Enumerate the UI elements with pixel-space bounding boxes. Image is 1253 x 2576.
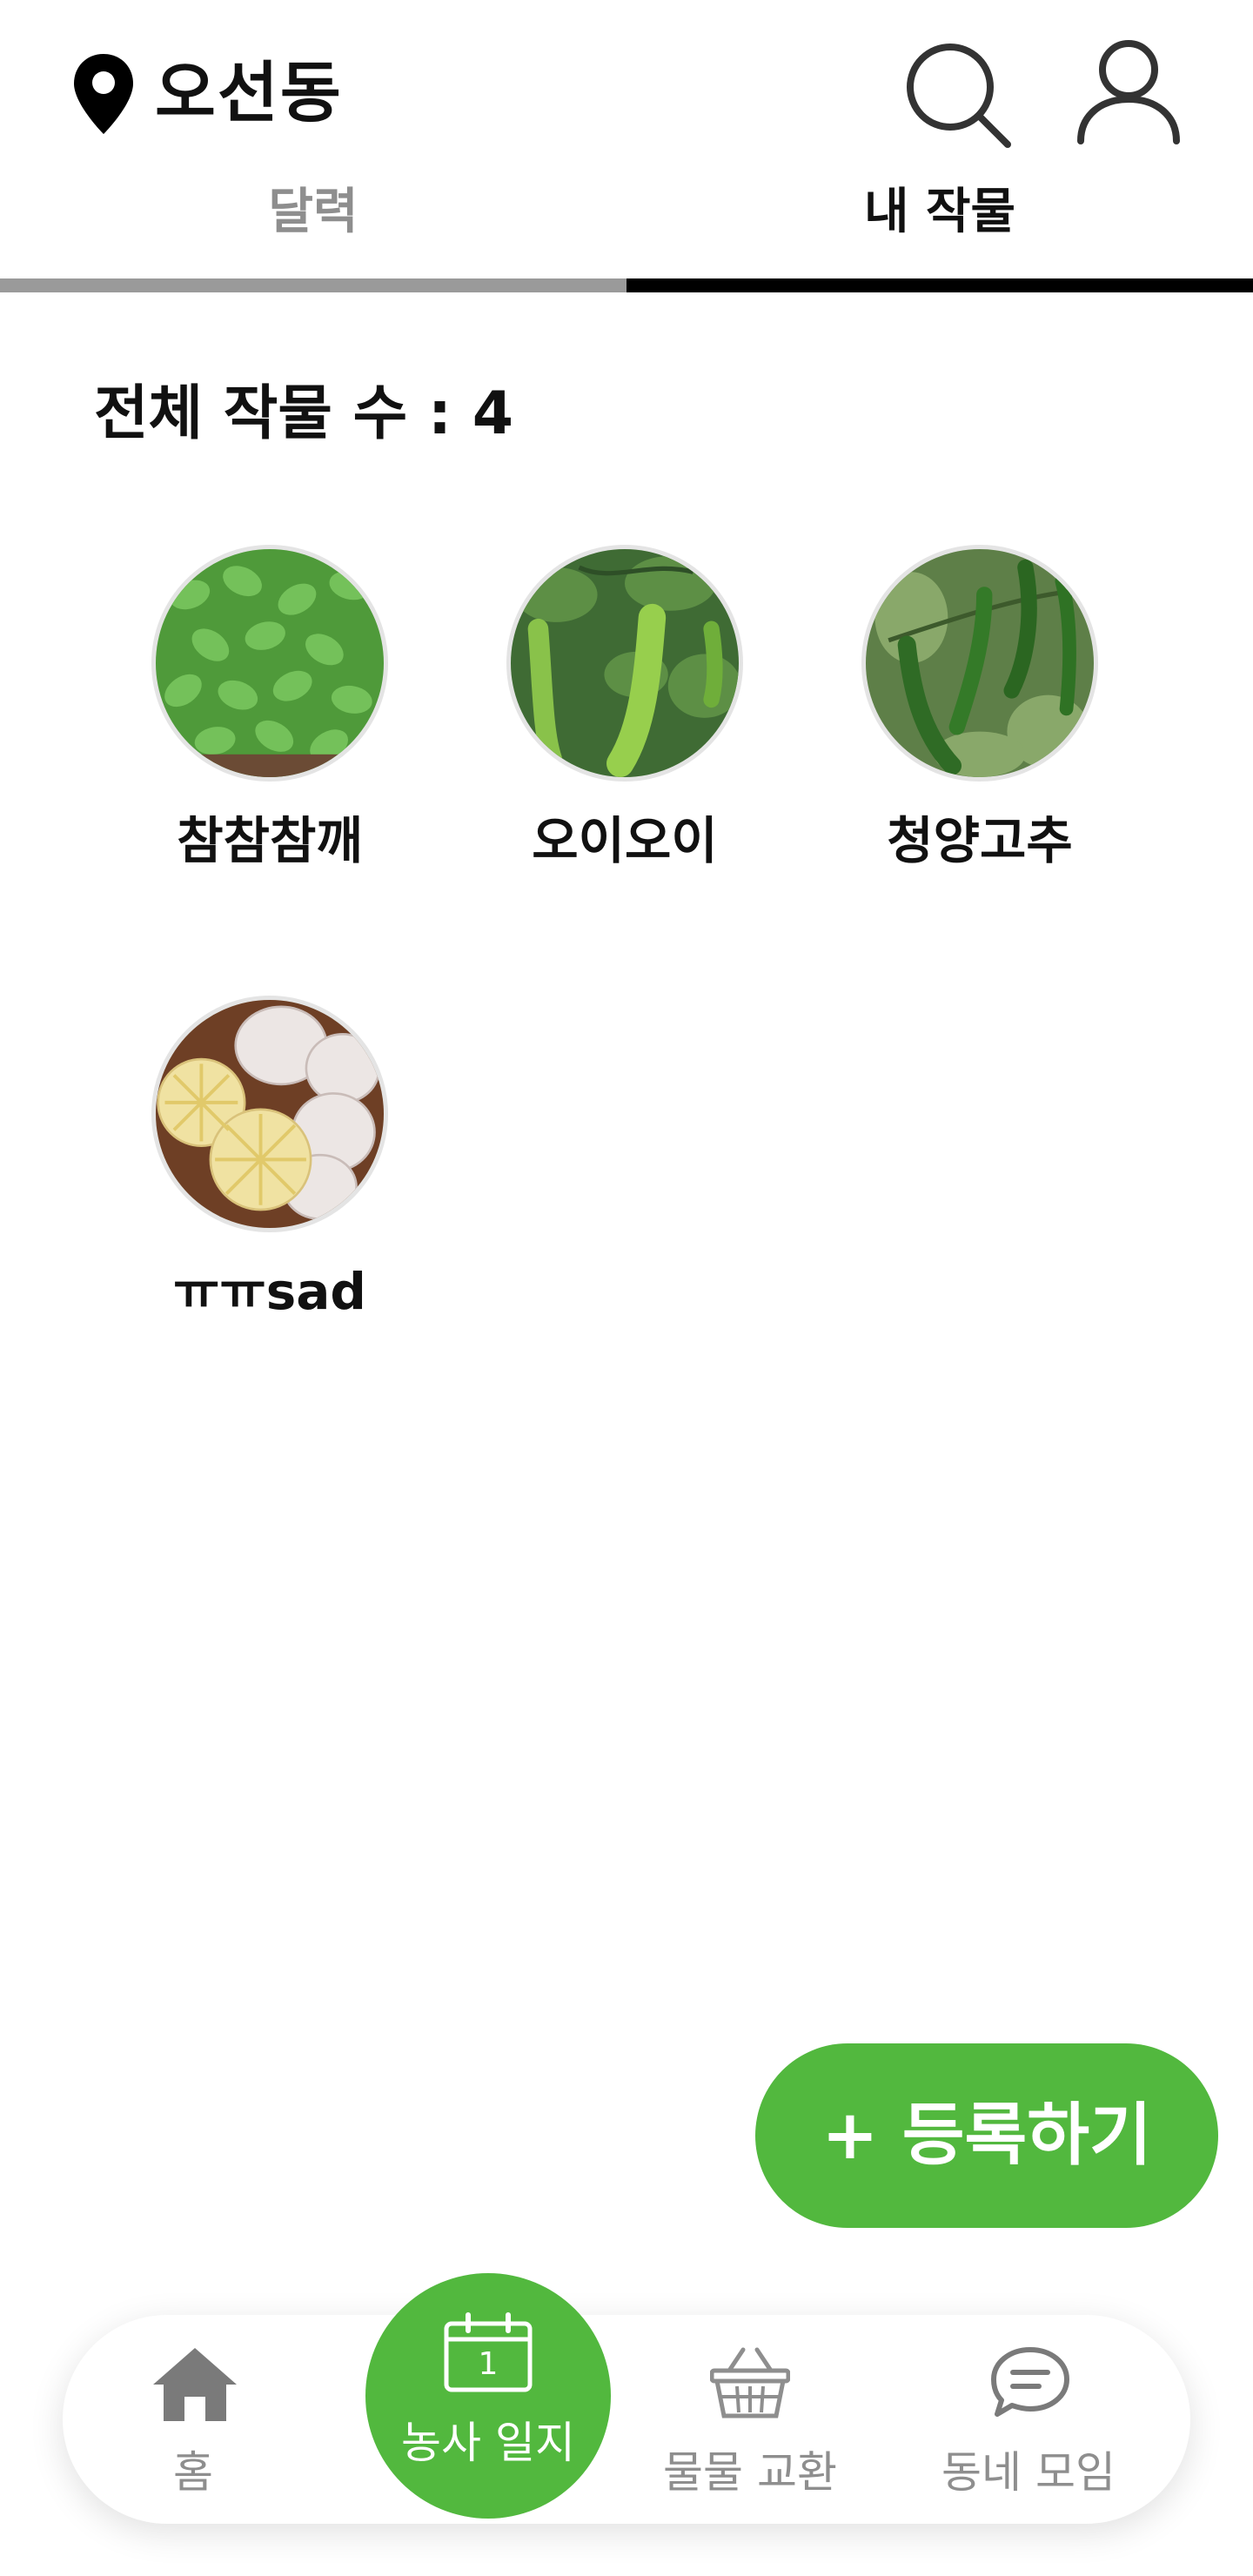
basket-icon [709, 2345, 791, 2419]
calendar-icon: 1 [442, 2311, 534, 2393]
tab-calendar[interactable]: 달력 [0, 167, 626, 258]
total-crop-count: 전체 작물 수 : 4 [94, 379, 514, 448]
user-icon[interactable] [1072, 35, 1185, 148]
crop-name: ㅠㅠsad [173, 1262, 366, 1321]
crop-image-garlic[interactable] [151, 996, 388, 1232]
location-title[interactable]: 오선동 [155, 45, 343, 141]
nav-item-farm-diary[interactable]: 1 농사 일지 [365, 2273, 611, 2519]
nav-item-trade[interactable]: 물물 교환 [620, 2315, 881, 2524]
register-crop-button[interactable]: + 등록하기 [755, 2043, 1218, 2228]
home-icon [150, 2345, 240, 2425]
tab-indicator-active [626, 278, 1253, 292]
chat-bubble-icon [988, 2345, 1072, 2419]
crop-image-cucumber[interactable] [506, 545, 743, 782]
nav-item-meetup[interactable]: 동네 모임 [898, 2315, 1159, 2524]
my-crops-screen: 오선동 달력 내 작물 전체 작물 수 : 4 참참참깨 오이오이 청양고추 ㅠ… [0, 0, 1253, 2576]
tab-my-crops[interactable]: 내 작물 [626, 167, 1253, 258]
location-pin-icon[interactable] [71, 52, 136, 136]
bottom-navigation: 홈 1 농사 일지 물물 교환 동네 모임 [63, 2273, 1190, 2524]
nav-label: 동네 모임 [941, 2447, 1116, 2498]
calendar-day: 1 [478, 2346, 499, 2382]
crop-image-chili[interactable] [861, 545, 1098, 782]
nav-item-home[interactable]: 홈 [80, 2315, 306, 2524]
nav-label: 물물 교환 [663, 2447, 837, 2498]
crop-name: 청양고추 [887, 811, 1073, 870]
crop-image-sesame[interactable] [151, 545, 388, 782]
nav-label: 홈 [173, 2447, 213, 2498]
search-icon[interactable] [901, 38, 1013, 150]
nav-label: 농사 일지 [401, 2418, 575, 2468]
tab-indicator-inactive [0, 278, 626, 292]
crop-name: 참참참깨 [177, 811, 363, 870]
crop-name: 오이오이 [532, 811, 718, 870]
